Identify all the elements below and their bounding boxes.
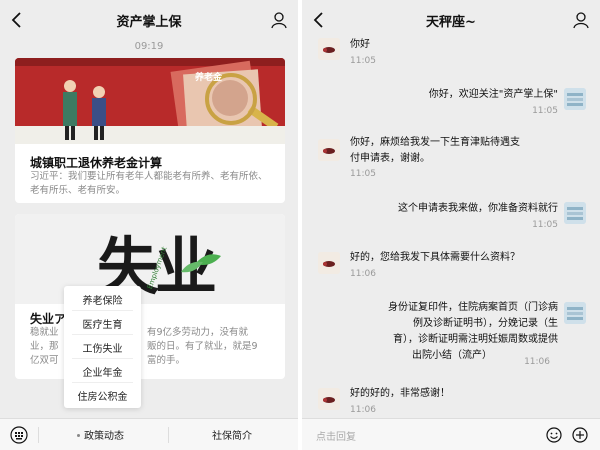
menu-item-medical-maternity[interactable]: 医疗生育 <box>64 316 141 331</box>
message-time: 11:05 <box>532 106 558 116</box>
menu-item-injury-unemployment[interactable]: 工伤失业 <box>64 340 141 355</box>
message-text-line2: 例及诊断证明书），分娩记录（生 <box>413 318 558 329</box>
article-card-unemployment[interactable]: 失业 Employment 失业ア 稳就业 业，那 亿双可 有9亿多劳动力，没有… <box>15 214 285 379</box>
account-menu-bar: 政策动态 社保简介 <box>0 418 298 450</box>
right-top-bar: 天秤座~ <box>302 0 600 40</box>
menu-divider <box>72 358 133 359</box>
menu-item-enterprise-annuity[interactable]: 企业年金 <box>64 364 141 379</box>
back-arrow-icon[interactable] <box>311 9 327 31</box>
plus-icon[interactable] <box>572 427 588 443</box>
message-time: 11:05 <box>350 56 376 66</box>
reply-input-bar: 点击回复 <box>302 418 600 450</box>
message-text: 你好 <box>350 39 370 50</box>
menu-item-pension-insurance[interactable]: 养老保险 <box>64 292 141 307</box>
account-title: 资产掌上保 <box>116 15 182 30</box>
user-avatar[interactable] <box>564 302 586 324</box>
message-text: 你好，欢迎关注"资产掌上保" <box>428 89 558 100</box>
message-time: 09:19 <box>134 41 164 52</box>
emoji-icon[interactable] <box>546 427 562 443</box>
message-text: 好的，您给我发下具体需要什么资料？ <box>350 252 520 263</box>
article-title: 失业ア <box>30 312 67 326</box>
back-arrow-icon[interactable] <box>9 9 25 31</box>
banner-caption: 养老金 <box>195 73 223 83</box>
article-summary: 习近平：我们要让所有老年人都能老有所养、老有所依、老有所乐、老有所安。 <box>30 171 268 196</box>
chat-pane: 天秤座~ 你好 11:05 你好，欢迎关注"资产掌上保" 11:05 你好，麻烦… <box>302 0 600 450</box>
official-avatar[interactable] <box>318 252 340 274</box>
message-time: 11:05 <box>350 169 376 179</box>
message-time: 11:06 <box>350 405 376 415</box>
official-avatar[interactable] <box>318 388 340 410</box>
reply-input[interactable]: 点击回复 <box>316 428 356 443</box>
profile-icon[interactable] <box>270 11 288 29</box>
message-text-line1: 你好，麻烦给我发一下生育津贴待遇支 <box>350 137 520 148</box>
official-avatar[interactable] <box>318 139 340 161</box>
article-card-pension[interactable]: 养老金 城镇职工退休养老金计算 习近平：我们要让所有老年人都能老有所养、老有所依… <box>15 58 285 203</box>
article-title: 城镇职工退休养老金计算 <box>30 156 163 170</box>
menu-divider <box>72 382 133 383</box>
tab-divider <box>168 427 169 443</box>
pension-banner-image: 养老金 <box>15 58 285 144</box>
menu-divider <box>72 310 133 311</box>
left-top-bar: 资产掌上保 <box>0 0 298 40</box>
tab-divider <box>38 427 39 443</box>
official-account-pane: 资产掌上保 09:19 养老金 城镇职工退休养老金计算 习近平：我们要让所有老年… <box>0 0 298 450</box>
message-text-line2: 付申请表，谢谢。 <box>350 153 430 164</box>
chat-title: 天秤座~ <box>426 15 476 30</box>
menu-item-housing-fund[interactable]: 住房公积金 <box>64 388 141 403</box>
user-avatar[interactable] <box>564 88 586 110</box>
submenu-dot-icon <box>77 434 80 437</box>
message-time: 11:06 <box>524 357 550 367</box>
message-text: 这个申请表我来做，你准备资料就行 <box>398 203 558 214</box>
message-time: 11:06 <box>350 269 376 279</box>
message-time: 11:05 <box>532 220 558 230</box>
tab-social-security-intro[interactable]: 社保简介 <box>212 427 252 442</box>
menu-divider <box>72 334 133 335</box>
keyboard-toggle-icon[interactable] <box>10 426 28 444</box>
message-text: 好的好的，非常感谢！ <box>350 388 450 399</box>
official-avatar[interactable] <box>318 38 340 60</box>
message-text-line1: 身份证复印件，住院病案首页（门诊病 <box>388 302 558 313</box>
profile-icon[interactable] <box>572 11 590 29</box>
user-avatar[interactable] <box>564 202 586 224</box>
message-text-line3: 育），诊断证明需注明妊娠周数或提供 <box>393 334 558 345</box>
article-summary-part5: 贩的日。有了就业，就是9 <box>147 341 258 352</box>
article-summary-part6: 富的手。 <box>147 355 186 366</box>
article-summary-part4: 有9亿多劳动力，没有就 <box>147 327 249 338</box>
unemployment-banner-image: 失业 Employment <box>15 214 285 304</box>
message-text-line4: 出院小结（流产） <box>412 350 492 361</box>
tab-policy-news[interactable]: 政策动态 <box>84 427 124 442</box>
submenu-popup: 养老保险 医疗生育 工伤失业 企业年金 住房公积金 <box>64 286 141 408</box>
